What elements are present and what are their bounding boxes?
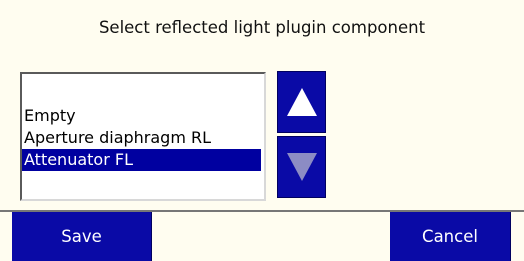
scroll-down-button[interactable]	[277, 136, 326, 198]
cancel-button[interactable]: Cancel	[390, 212, 511, 261]
scroll-up-button[interactable]	[277, 71, 326, 133]
list-item-attenuator-fl[interactable]: Attenuator FL	[22, 149, 261, 171]
list-item-empty[interactable]: Empty	[22, 105, 264, 127]
component-listbox[interactable]: Empty Aperture diaphragm RL Attenuator F…	[20, 72, 266, 201]
component-select-dialog: Select reflected light plugin component …	[0, 0, 524, 261]
triangle-down-icon	[286, 153, 317, 181]
save-button[interactable]: Save	[12, 212, 152, 261]
triangle-up-icon	[286, 88, 317, 116]
list-item-aperture-diaphragm-rl[interactable]: Aperture diaphragm RL	[22, 127, 264, 149]
dialog-title: Select reflected light plugin component	[98, 18, 426, 37]
